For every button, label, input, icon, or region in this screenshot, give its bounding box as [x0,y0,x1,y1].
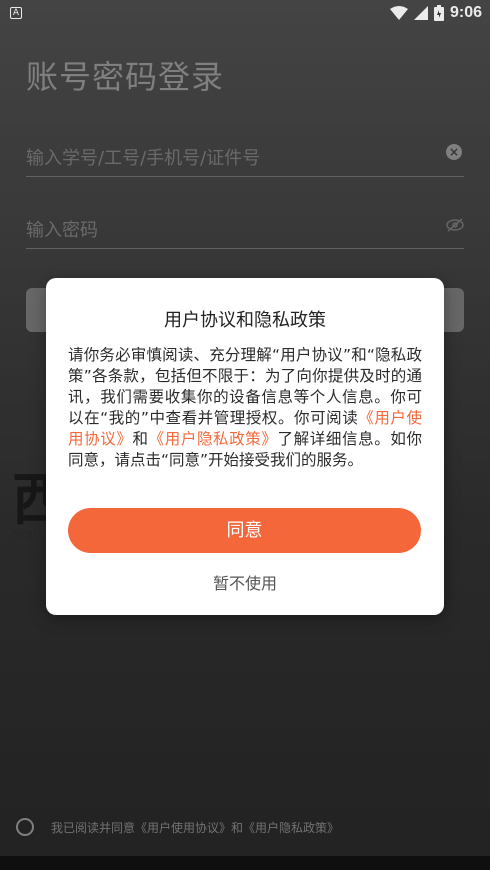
privacy-dialog: 用户协议和隐私政策 请你务必审慎阅读、充分理解“用户协议”和“隐私政策”各条款，… [46,278,444,615]
privacy-link[interactable]: 《用户隐私政策》 [149,430,278,448]
agree-button[interactable]: 同意 [68,508,421,553]
dialog-title: 用户协议和隐私政策 [164,310,326,331]
dialog-body-and: 和 [132,430,149,448]
dialog-body: 请你务必审慎阅读、充分理解“用户协议”和“隐私政策”各条款，包括但不限于：为了向… [68,345,422,471]
decline-button[interactable]: 暂不使用 [46,570,444,594]
